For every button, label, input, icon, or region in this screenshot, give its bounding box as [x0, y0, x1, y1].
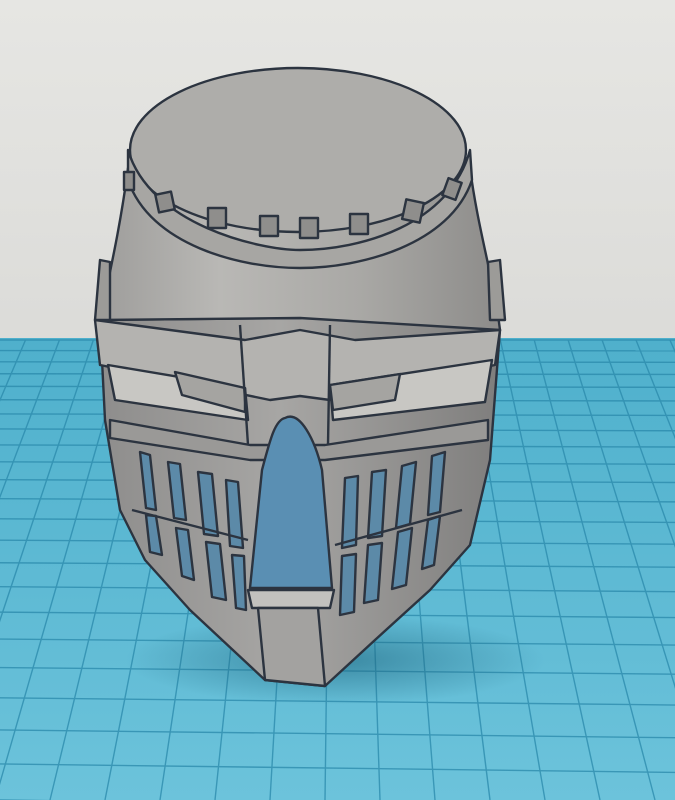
3d-viewport[interactable]: [0, 0, 675, 800]
right-hinge: [486, 258, 507, 322]
scene-canvas[interactable]: [0, 0, 675, 800]
left-hinge: [93, 258, 112, 322]
chin-plate: [246, 588, 336, 610]
chin-ridge: [256, 606, 327, 688]
